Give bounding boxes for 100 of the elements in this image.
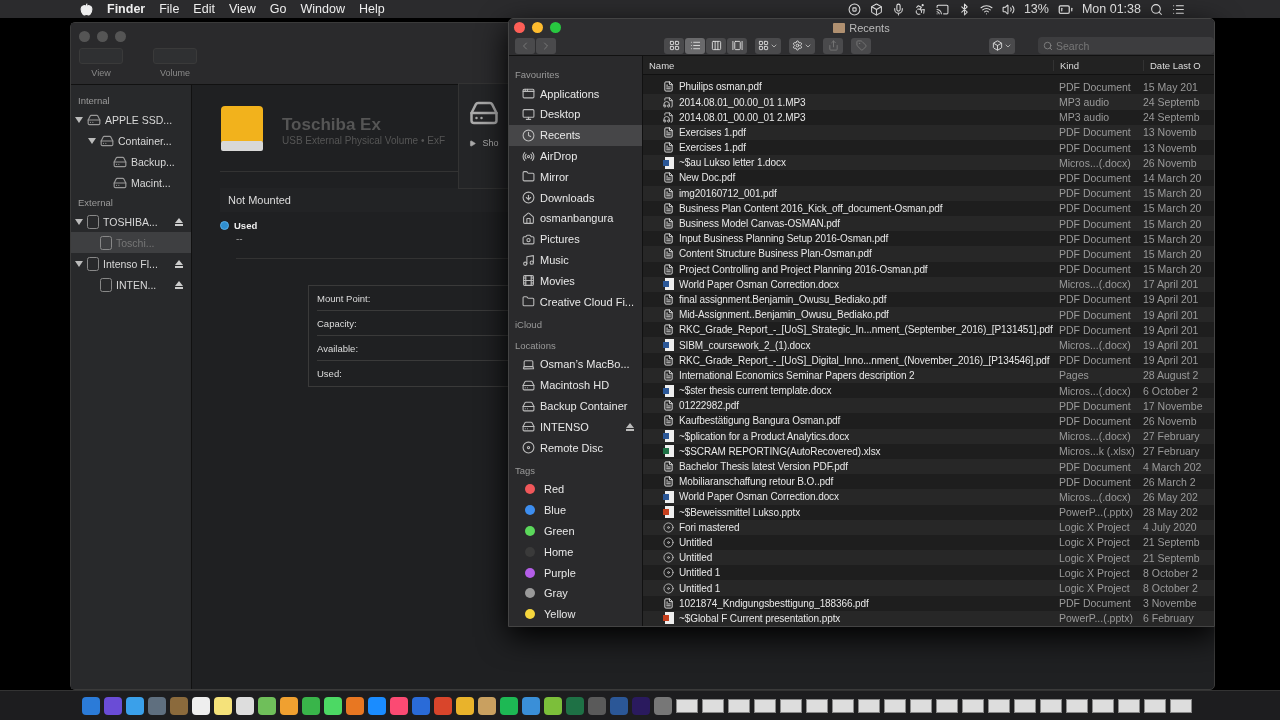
list-view-button[interactable] [685,37,705,54]
wifi-icon[interactable] [979,2,993,16]
window-thumbnail[interactable] [884,698,906,713]
window-thumbnail[interactable] [806,698,828,713]
sidebar-item[interactable]: INTEN... [71,274,191,295]
stop-icon[interactable] [847,2,861,16]
sidebar-item[interactable]: Desktop [509,104,642,125]
column-header[interactable]: Name [643,59,1053,71]
sidebar-item[interactable]: Applications [509,83,642,105]
app-icon[interactable] [126,696,144,715]
app-icon[interactable] [500,696,518,715]
sidebar-item[interactable]: Container... [71,130,191,151]
column-header[interactable]: Date Last O [1143,59,1213,71]
window-thumbnail[interactable] [702,698,724,713]
disclosure-icon[interactable] [75,259,83,268]
sidebar-item[interactable]: Macintosh HD [509,374,642,396]
window-thumbnail[interactable] [1066,698,1088,713]
file-name[interactable]: RKC_Grade_Report_-_[UoS]_Strategic_In...nment_(September_2016)_[P131451].pdf [643,324,1053,336]
file-name[interactable]: ~$Beweissmittel Lukso.pptx [643,506,1053,519]
sidebar-item[interactable]: Red [509,479,642,500]
zoom-button[interactable] [550,22,561,33]
sidebar-item[interactable]: AirDrop [509,145,642,167]
accessibility-icon[interactable] [913,2,927,16]
close-button[interactable] [514,22,525,33]
box-icon[interactable] [869,2,883,16]
file-name[interactable]: ~$au Lukso letter 1.docx [643,156,1053,169]
file-name[interactable]: RKC_Grade_Report_-_[UoS]_Digital_Inno...nment_(November_2016)_[P134546].pdf [643,354,1053,366]
menu-item[interactable]: Window [300,2,345,16]
sidebar-item[interactable]: Osman’s MacBo... [509,354,642,375]
window-thumbnail[interactable] [1014,698,1036,713]
sidebar-item[interactable]: Downloads [509,187,642,209]
menu-item[interactable]: Finder [107,2,146,16]
app-icon[interactable] [214,696,232,715]
menu-item[interactable]: View [228,2,256,16]
eject-icon[interactable] [626,422,634,431]
window-thumbnail[interactable] [754,698,776,713]
microphone-icon[interactable] [891,2,905,16]
file-name[interactable]: final assignment.Benjamin_Owusu_Bediako.pdf [643,293,1053,305]
window-thumbnail[interactable] [936,698,958,713]
sidebar-item[interactable]: INTENSO [509,416,642,438]
file-name[interactable]: New Doc.pdf [643,172,1053,184]
app-icon[interactable] [478,696,496,715]
search-field[interactable]: Search [1038,37,1214,54]
sidebar-item[interactable]: Yellow [509,603,642,625]
file-name[interactable]: 2014.08.01_00.00_01 1.MP3 [643,96,1053,108]
window-thumbnail[interactable] [1092,698,1114,713]
sidebar-item[interactable]: Recents [509,124,642,146]
file-name[interactable]: Business Plan Content 2016_Kick_off_document-Osman.pdf [643,202,1053,214]
file-name[interactable]: Fori mastered [643,521,1053,533]
file-name[interactable]: Kaufbestätigung Bangura Osman.pdf [643,415,1053,427]
app-icon[interactable] [258,696,276,715]
file-name[interactable]: 2014.08.01_00.00_01 2.MP3 [643,111,1053,123]
menu-item[interactable]: Edit [193,2,215,16]
file-name[interactable]: International Economics Seminar Papers description 2 [643,369,1053,381]
file-name[interactable]: Exercises 1.pdf [643,126,1053,138]
file-name[interactable]: Mobiliaranschaffung retour B.O..pdf [643,476,1053,488]
app-icon[interactable] [544,696,562,715]
file-name[interactable]: Mid-Assignment..Benjamin_Owusu_Bediako.pdf [643,309,1053,321]
clock[interactable]: Mon 01:38 [1081,2,1141,16]
column-view-button[interactable] [706,37,726,54]
column-header[interactable]: Kind [1053,59,1143,71]
sidebar-item[interactable]: osmanbangura [509,208,642,229]
menu-item[interactable]: Go [269,2,287,16]
eject-icon[interactable] [175,217,183,226]
disclosure-icon[interactable] [88,136,96,145]
sidebar-item[interactable]: Remote Disc [509,437,642,458]
file-name[interactable]: World Paper Osman Correction.docx [643,490,1053,503]
file-name[interactable]: 01222982.pdf [643,400,1053,412]
window-thumbnail[interactable] [1170,698,1192,713]
window-thumbnail[interactable] [1118,698,1140,713]
sidebar-item[interactable]: Intenso Fl... [71,253,191,274]
window-thumbnail[interactable] [858,698,880,713]
window-thumbnail[interactable] [780,698,802,713]
window-thumbnail[interactable] [962,698,984,713]
sidebar-item[interactable]: Macint... [71,172,191,193]
sidebar-item[interactable]: Purple [509,562,642,583]
menu-item[interactable]: Help [358,2,385,16]
app-icon[interactable] [302,696,320,715]
file-name[interactable]: Untitled [643,552,1053,564]
file-name[interactable]: ~$SCRAM REPORTING(AutoRecovered).xlsx [643,445,1053,458]
file-name[interactable]: 1021874_Kndigungsbesttigung_188366.pdf [643,597,1053,609]
file-name[interactable]: ~$ster thesis current template.docx [643,384,1053,397]
file-name[interactable]: World Paper Osman Correction.docx [643,278,1053,291]
dropbox-button[interactable] [989,37,1015,54]
file-name[interactable]: Content Structure Business Plan-Osman.pdf [643,248,1053,260]
window-thumbnail[interactable] [832,698,854,713]
icon-view-button[interactable] [664,37,684,54]
disclosure-icon[interactable] [75,115,83,124]
file-name[interactable]: Project Controlling and Project Planning 2016-Osman.pdf [643,263,1053,275]
file-name[interactable]: SIBM_coursework_2_(1).docx [643,339,1053,352]
apple-icon[interactable] [80,2,93,16]
window-thumbnail[interactable] [988,698,1010,713]
window-thumbnail[interactable] [1144,698,1166,713]
app-icon[interactable] [456,696,474,715]
sidebar-item[interactable]: Green [509,520,642,542]
file-name[interactable]: ~$plication for a Product Analytics.docx [643,430,1053,443]
eject-icon[interactable] [175,280,183,289]
sidebar-item[interactable]: Blue [509,499,642,521]
group-button[interactable] [755,37,781,54]
app-icon[interactable] [236,696,254,715]
